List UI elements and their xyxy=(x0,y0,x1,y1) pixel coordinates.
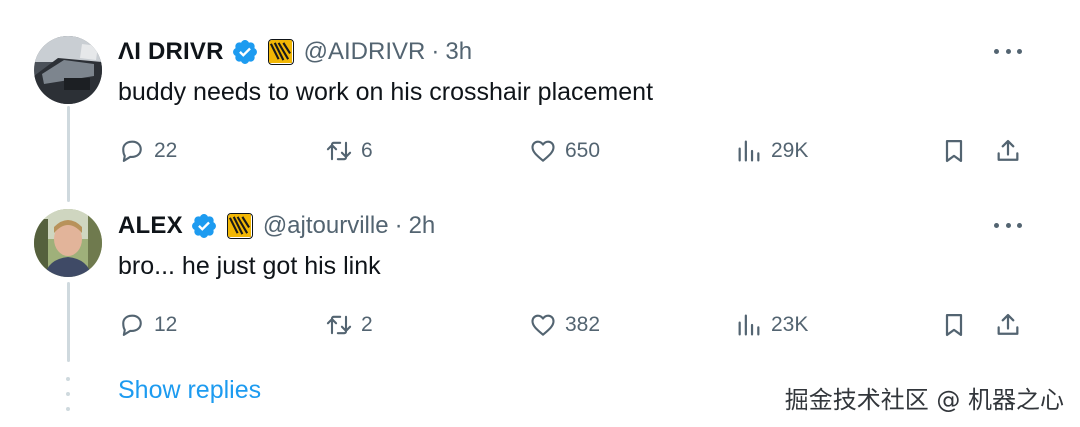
bookmark-button[interactable] xyxy=(940,309,968,341)
like-button[interactable]: 382 xyxy=(529,309,600,341)
avatar[interactable] xyxy=(34,209,102,277)
reply-button[interactable]: 12 xyxy=(118,309,177,341)
views-count: 29K xyxy=(771,139,809,162)
share-icon xyxy=(997,139,1019,161)
reply-thread: ΛI DRIVR @AIDRIVR · 3h buddy needs to wo… xyxy=(0,0,1080,427)
like-count: 382 xyxy=(565,313,601,336)
views-count: 23K xyxy=(771,313,809,336)
share-button[interactable] xyxy=(994,135,1022,167)
avatar[interactable] xyxy=(34,36,102,104)
verified-badge-icon xyxy=(190,212,218,240)
repost-count: 6 xyxy=(361,139,373,162)
reply-count: 22 xyxy=(154,139,178,162)
display-name[interactable]: ALEX xyxy=(118,212,183,240)
repost-button[interactable]: 2 xyxy=(325,309,373,341)
repost-button[interactable]: 6 xyxy=(325,135,373,167)
share-button[interactable] xyxy=(994,309,1022,341)
more-icon[interactable] xyxy=(994,220,1022,230)
separator-dot: · xyxy=(394,212,403,239)
like-icon xyxy=(531,140,555,162)
views-icon xyxy=(738,140,760,162)
affiliate-badge-icon xyxy=(267,39,294,65)
repost-icon xyxy=(326,141,352,161)
separator-dot: · xyxy=(431,38,440,65)
views-button[interactable]: 23K xyxy=(735,309,808,341)
views-button[interactable]: 29K xyxy=(735,135,808,167)
verified-badge-icon xyxy=(231,38,259,66)
watermark: 掘金技术社区 @ 机器之心 xyxy=(784,386,1064,414)
handle[interactable]: @AIDRIVR xyxy=(304,38,426,66)
tweet-text: buddy needs to work on his crosshair pla… xyxy=(118,78,654,106)
reply-count: 12 xyxy=(154,313,178,336)
share-icon xyxy=(997,313,1019,335)
reply-button[interactable]: 22 xyxy=(118,135,177,167)
display-name[interactable]: ΛI DRIVR xyxy=(118,38,224,66)
bookmark-icon xyxy=(945,139,963,163)
affiliate-badge-icon xyxy=(226,213,253,239)
reply-icon xyxy=(122,314,142,336)
timestamp[interactable]: 3h xyxy=(445,38,472,66)
more-icon[interactable] xyxy=(994,46,1022,56)
bookmark-button[interactable] xyxy=(940,135,968,167)
thread-line xyxy=(67,282,70,362)
tweet-header: ALEX @ajtourville · 2h xyxy=(118,208,435,244)
views-icon xyxy=(738,314,760,336)
handle[interactable]: @ajtourville xyxy=(263,212,389,240)
repost-count: 2 xyxy=(361,313,373,336)
thread-line xyxy=(67,106,70,202)
like-icon xyxy=(531,314,555,336)
like-count: 650 xyxy=(565,139,601,162)
tweet-header: ΛI DRIVR @AIDRIVR · 3h xyxy=(118,34,472,70)
show-replies-link[interactable]: Show replies xyxy=(118,376,261,405)
tweet-text: bro... he just got his link xyxy=(118,252,381,280)
collapsed-thread-dots xyxy=(66,377,71,411)
like-button[interactable]: 650 xyxy=(529,135,600,167)
repost-icon xyxy=(326,315,352,335)
timestamp[interactable]: 2h xyxy=(409,212,436,240)
bookmark-icon xyxy=(945,313,963,337)
reply-icon xyxy=(122,140,142,162)
